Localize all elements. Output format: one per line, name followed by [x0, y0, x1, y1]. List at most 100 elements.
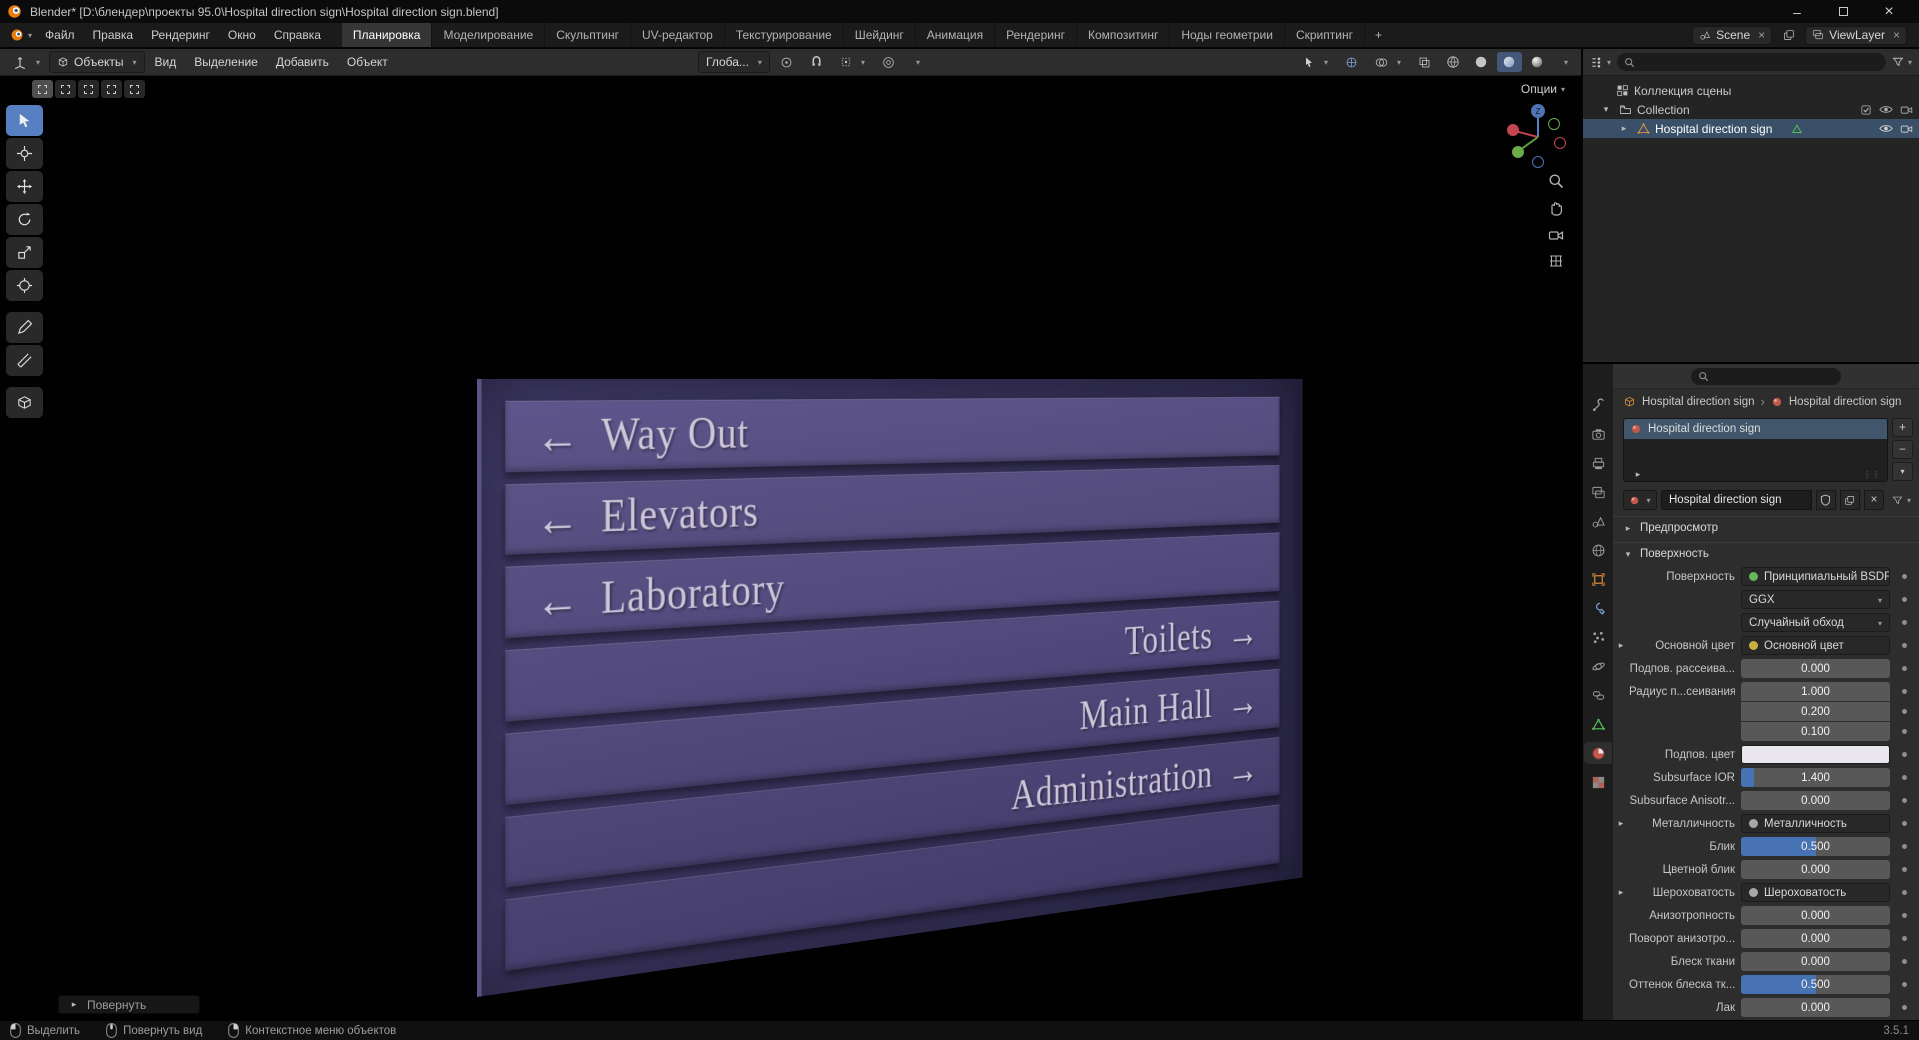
select-invert-icon[interactable] — [101, 80, 122, 98]
animate-dot[interactable] — [1890, 982, 1919, 987]
animate-dot[interactable] — [1890, 936, 1919, 941]
workspace-tab-compositing[interactable]: Композитинг — [1077, 23, 1171, 47]
slot-specials-button[interactable] — [1892, 462, 1913, 481]
minimize-button[interactable] — [1774, 0, 1820, 23]
hospital-direction-sign-object[interactable]: ← Way Out ← Elevators ← Laboratory Toile… — [477, 379, 1303, 997]
show-overlays-icon[interactable] — [1368, 53, 1408, 72]
tab-physics[interactable] — [1584, 655, 1612, 677]
roughness-button[interactable]: Шероховатость — [1741, 883, 1890, 902]
unlink-scene-icon[interactable] — [1755, 28, 1765, 42]
3d-viewport[interactable]: Объекты Вид Выделение Добавить Объект Гл… — [0, 49, 1581, 1020]
anisotropic-slider[interactable]: 0.000 — [1741, 906, 1890, 925]
close-button[interactable] — [1866, 0, 1912, 23]
scale-tool[interactable] — [6, 237, 43, 268]
row-expander[interactable] — [1613, 818, 1629, 829]
camera-visibility-icon[interactable] — [1900, 123, 1913, 134]
breadcrumb-material[interactable]: Hospital direction sign — [1789, 396, 1902, 408]
properties-search-input[interactable] — [1691, 367, 1841, 385]
animate-dot[interactable] — [1890, 890, 1919, 895]
snap-target-dropdown[interactable] — [833, 53, 872, 71]
maximize-button[interactable] — [1820, 0, 1866, 23]
animate-dot[interactable] — [1890, 821, 1919, 826]
shading-rendered-icon[interactable] — [1525, 52, 1550, 72]
workspace-tab-animation[interactable]: Анимация — [916, 23, 996, 47]
subsurface-slider[interactable]: 0.000 — [1741, 659, 1890, 678]
workspace-tab-texture-paint[interactable]: Текстурирование — [725, 23, 844, 47]
shading-solid-icon[interactable] — [1469, 52, 1494, 72]
select-subtract-icon[interactable] — [78, 80, 99, 98]
show-gizmo-icon[interactable] — [1338, 53, 1365, 72]
panel-expander[interactable] — [1620, 523, 1636, 534]
panel-expander[interactable] — [1620, 549, 1636, 560]
workspace-tab-modeling[interactable]: Моделирование — [432, 23, 546, 47]
outliner-row-object[interactable]: Hospital direction sign — [1583, 119, 1919, 138]
workspace-tab-rendering[interactable]: Рендеринг — [995, 23, 1077, 47]
mode-dropdown[interactable]: Объекты — [49, 51, 145, 73]
subsurface-ior-slider[interactable]: 1.400 — [1741, 768, 1890, 787]
outliner-filter-icon[interactable] — [1892, 56, 1912, 68]
blender-menu-icon[interactable] — [6, 28, 36, 42]
slot-filter-expander[interactable] — [1630, 469, 1646, 480]
animate-dot[interactable] — [1890, 913, 1919, 918]
selectability-dropdown[interactable] — [1296, 53, 1335, 71]
material-specials-icon[interactable] — [1892, 495, 1911, 506]
checkbox-icon[interactable] — [1860, 104, 1872, 116]
panel-preview[interactable]: Предпросмотр — [1613, 516, 1919, 539]
workspace-tab-uv[interactable]: UV-редактор — [631, 23, 725, 47]
subsurface-radius-x-field[interactable]: 1.000 — [1741, 682, 1890, 701]
select-extend-icon[interactable] — [55, 80, 76, 98]
anisotropic-rotation-slider[interactable]: 0.000 — [1741, 929, 1890, 948]
viewport-menu-add[interactable]: Добавить — [268, 52, 337, 72]
viewport-menu-object[interactable]: Объект — [339, 52, 396, 72]
resize-grip-icon[interactable] — [1863, 468, 1881, 480]
pivot-point-icon[interactable] — [773, 53, 800, 72]
animate-dot[interactable] — [1890, 867, 1919, 872]
tool-options-dropdown[interactable]: Опции — [1515, 80, 1571, 98]
new-material-copy-icon[interactable] — [1839, 490, 1860, 510]
eye-icon[interactable] — [1879, 123, 1893, 134]
subsurface-anisotropy-slider[interactable]: 0.000 — [1741, 791, 1890, 810]
measure-tool[interactable] — [6, 345, 43, 376]
animate-dot[interactable] — [1890, 574, 1919, 579]
tab-modifiers[interactable] — [1584, 597, 1612, 619]
panel-surface[interactable]: Поверхность — [1613, 542, 1919, 565]
navigation-gizmo[interactable]: Z — [1502, 101, 1574, 173]
specular-slider[interactable]: 0.500 — [1741, 837, 1890, 856]
animate-dot[interactable] — [1890, 597, 1919, 602]
row-expander[interactable] — [1613, 887, 1629, 898]
eye-icon[interactable] — [1879, 104, 1893, 115]
outliner-row-scene-collection[interactable]: Коллекция сцены — [1583, 81, 1919, 100]
tab-constraints[interactable] — [1584, 684, 1612, 706]
move-tool[interactable] — [6, 171, 43, 202]
tab-output[interactable] — [1584, 452, 1612, 474]
unlink-viewlayer-icon[interactable] — [1890, 28, 1900, 42]
sheen-tint-slider[interactable]: 0.500 — [1741, 975, 1890, 994]
transform-tool[interactable] — [6, 270, 43, 301]
breadcrumb-object[interactable]: Hospital direction sign — [1642, 396, 1755, 408]
unlink-material-icon[interactable] — [1863, 490, 1884, 510]
browse-material-button[interactable] — [1623, 490, 1657, 510]
add-cube-tool[interactable] — [6, 387, 43, 418]
select-box-tool[interactable] — [6, 105, 43, 136]
tab-object-data[interactable] — [1584, 713, 1612, 735]
specular-tint-slider[interactable]: 0.000 — [1741, 860, 1890, 879]
outliner-editor-icon[interactable] — [1590, 56, 1611, 69]
animate-dot[interactable] — [1890, 729, 1919, 734]
perspective-toggle-icon[interactable] — [1548, 254, 1564, 270]
menu-edit[interactable]: Правка — [84, 24, 143, 46]
sheen-slider[interactable]: 0.000 — [1741, 952, 1890, 971]
rotate-tool[interactable] — [6, 204, 43, 235]
animate-dot[interactable] — [1890, 643, 1919, 648]
surface-shader-button[interactable]: Принципиальный BSDF — [1741, 567, 1890, 586]
animate-dot[interactable] — [1890, 959, 1919, 964]
subsurface-color-swatch[interactable] — [1741, 745, 1890, 764]
material-slot-item[interactable]: Hospital direction sign — [1624, 419, 1887, 439]
xray-toggle-icon[interactable] — [1411, 53, 1438, 72]
new-scene-icon[interactable] — [1782, 29, 1795, 42]
add-workspace-button[interactable]: + — [1365, 23, 1392, 47]
cursor-tool[interactable] — [6, 138, 43, 169]
proportional-editing-icon[interactable] — [875, 53, 902, 72]
animate-dot[interactable] — [1890, 775, 1919, 780]
animate-dot[interactable] — [1890, 752, 1919, 757]
tab-material[interactable] — [1584, 742, 1612, 764]
